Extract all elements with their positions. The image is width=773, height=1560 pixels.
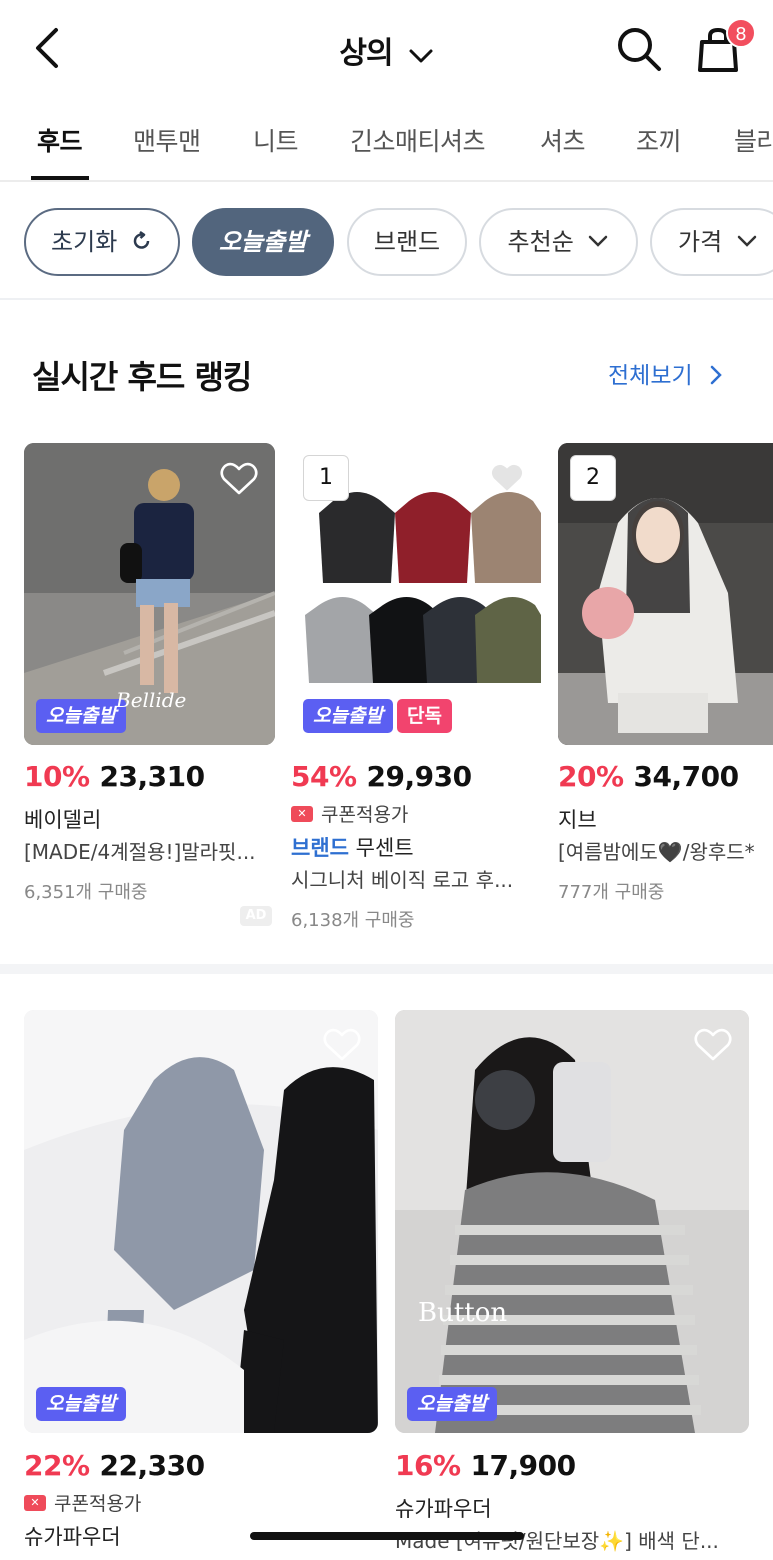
product-name: [여름밤에도🖤/왕후드* (558, 840, 755, 864)
tab-vest[interactable]: 조끼 (636, 122, 682, 158)
product-photo (24, 1010, 378, 1433)
coupon-icon: ✕ (24, 1495, 46, 1511)
brand-label: 무센트 (355, 836, 414, 860)
price-row: 22% 22,330 (24, 1449, 205, 1482)
see-all-label: 전체보기 (608, 363, 693, 389)
home-indicator (250, 1532, 524, 1540)
heart-icon[interactable] (220, 462, 258, 496)
rank-number: 2 (570, 455, 616, 501)
today-ship-badge: 오늘출발 (303, 699, 393, 733)
sort-label: 추천순 (507, 228, 574, 256)
image-watermark: Button (418, 1298, 508, 1328)
price: 17,900 (470, 1449, 577, 1482)
tab-hood[interactable]: 후드 (37, 122, 83, 158)
chevron-down-icon (409, 49, 433, 62)
price-row: 10% 23,310 (24, 760, 205, 793)
product-name: 시그니처 베이직 로고 후... (291, 868, 514, 892)
section-divider (0, 964, 773, 974)
brand-name: 지브 (558, 808, 597, 832)
product-image (395, 1010, 749, 1433)
price-row: 16% 17,900 (395, 1449, 576, 1482)
today-ship-badge: 오늘출발 (36, 699, 126, 733)
today-ship-badge: 오늘출발 (36, 1387, 126, 1421)
price: 34,700 (633, 760, 740, 793)
price: 29,930 (366, 760, 473, 793)
cart-count-badge: 8 (726, 18, 756, 48)
reset-label: 초기화 (51, 228, 118, 256)
price-filter-chip[interactable]: 가격 (650, 208, 773, 276)
category-tab-bar: 후드 맨투맨 니트 긴소매티셔츠 셔츠 조끼 블라 (0, 96, 773, 182)
brand-name: 슈가파우더 (24, 1525, 121, 1549)
coupon-price-label: ✕ 쿠폰적용가 (24, 1489, 141, 1516)
purchase-count: 6,351개 구매중 (24, 882, 148, 903)
purchase-count: 6,138개 구매중 (291, 910, 415, 931)
coupon-text: 쿠폰적용가 (321, 804, 409, 826)
coupon-icon: ✕ (291, 806, 313, 822)
sort-filter-chip[interactable]: 추천순 (479, 208, 638, 276)
tab-blouse[interactable]: 블라 (734, 122, 773, 158)
heart-icon[interactable] (491, 464, 523, 492)
discount-rate: 16% (395, 1449, 461, 1482)
tab-longsleeve[interactable]: 긴소매티셔츠 (350, 122, 486, 158)
search-icon[interactable] (614, 24, 664, 74)
today-ship-badge: 오늘출발 (407, 1387, 497, 1421)
price-label: 가격 (678, 228, 723, 256)
discount-rate: 20% (558, 760, 624, 793)
brand-prefix: 브랜드 (291, 836, 349, 860)
coupon-text: 쿠폰적용가 (54, 1493, 142, 1515)
see-all-link[interactable]: 전체보기 (608, 356, 722, 390)
heart-icon[interactable] (694, 1028, 732, 1062)
discount-rate: 22% (24, 1449, 90, 1482)
rank-number: 1 (303, 455, 349, 501)
brand-name: 베이델리 (24, 808, 102, 832)
top-app-bar: 상의 8 (0, 0, 773, 96)
tab-knit[interactable]: 니트 (253, 122, 299, 158)
section-title: 실시간 후드 랭킹 (32, 358, 252, 396)
product-image (24, 1010, 378, 1433)
brand-name: 브랜드 무센트 (291, 832, 414, 862)
tab-sweatshirt[interactable]: 맨투맨 (133, 122, 201, 158)
product-photo (395, 1010, 749, 1433)
chevron-down-icon (589, 235, 608, 247)
product-name: [MADE/4계절용!]말라핏... (24, 840, 256, 864)
price: 22,330 (99, 1449, 206, 1482)
ad-badge: AD (240, 906, 272, 926)
image-watermark: Bellide (116, 688, 187, 712)
price-row: 54% 29,930 (291, 760, 472, 793)
reset-filter-button[interactable]: 초기화 (24, 208, 180, 276)
refresh-icon (133, 230, 150, 249)
price-row: 20% 34,700 (558, 760, 739, 793)
exclusive-badge: 단독 (397, 699, 452, 733)
discount-rate: 10% (24, 760, 90, 793)
brand-name: 슈가파우더 (395, 1497, 492, 1521)
filter-bar: 초기화 오늘출발 브랜드 추천순 가격 (0, 184, 773, 300)
chevron-down-icon (737, 235, 757, 247)
price: 23,310 (99, 760, 206, 793)
brand-filter-chip[interactable]: 브랜드 (347, 208, 467, 276)
tab-shirt[interactable]: 셔츠 (540, 122, 586, 158)
purchase-count: 777개 구매중 (558, 882, 665, 903)
coupon-price-label: ✕ 쿠폰적용가 (291, 800, 408, 827)
active-tab-indicator (31, 176, 89, 180)
heart-icon[interactable] (323, 1028, 361, 1062)
discount-rate: 54% (291, 760, 357, 793)
page-title: 상의 (339, 36, 393, 71)
chevron-right-icon (710, 365, 722, 384)
today-ship-filter-chip[interactable]: 오늘출발 (192, 208, 334, 276)
